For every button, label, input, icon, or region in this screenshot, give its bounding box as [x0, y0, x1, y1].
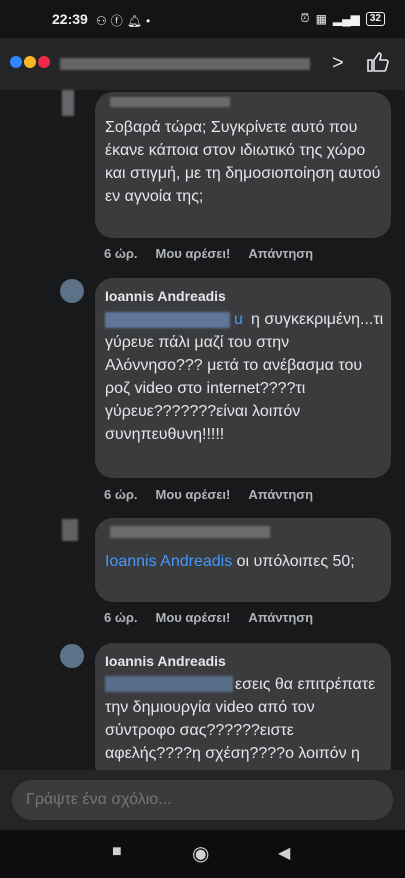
comment-text: οι υπόλοιπες 50; [236, 553, 355, 570]
blurred-avatar [62, 90, 74, 116]
messenger-icon: ⚇ [96, 14, 111, 28]
like-reaction-icon [10, 56, 22, 68]
comment-text: εσεις θα επιτρέπατε την δημιουργία video… [105, 676, 376, 762]
comment-text: Σοβαρά τώρα; Συγκρίνετε αυτό που έκανε κ… [105, 119, 381, 205]
reply-button[interactable]: Απάντηση [248, 487, 313, 502]
reply-button[interactable]: Απάντηση [248, 610, 313, 625]
reply-button[interactable]: Απάντηση [248, 246, 313, 261]
recents-icon[interactable]: ■ [112, 843, 122, 861]
comment-author[interactable]: Ioannis Andreadis [105, 288, 226, 304]
mention-link[interactable]: Ioannis Andreadis [105, 553, 232, 570]
blurred-author [110, 526, 270, 538]
haha-reaction-icon [24, 56, 36, 68]
thumbs-up-icon[interactable] [366, 50, 390, 74]
system-nav-bar: ■ ◉ ◀ [0, 830, 405, 878]
comment-input[interactable] [12, 780, 393, 820]
avatar[interactable] [60, 644, 84, 668]
alarm-icon: ⏰︎ [300, 11, 310, 25]
comment-actions: 6 ώρ. Μου αρέσει! Απάντηση [104, 487, 331, 502]
comment-actions: 6 ώρ. Μου αρέσει! Απάντηση [104, 246, 331, 261]
post-header: > [0, 38, 405, 90]
status-bar: 22:39 ⚇ⓕ🔔︎• ⏰︎ ▦ ▂▄▆ 32 [0, 0, 405, 38]
comment-composer [0, 770, 405, 830]
back-icon[interactable]: ◀ [278, 843, 290, 863]
comment-time: 6 ώρ. [104, 246, 138, 261]
like-button[interactable]: Μου αρέσει! [155, 610, 230, 625]
battery-icon: 32 [365, 11, 385, 26]
status-right-icons: ⏰︎ ▦ ▂▄▆ 32 [300, 11, 385, 26]
blurred-reactors [60, 58, 310, 70]
comment-text-wrap: Ioannis Andreadis οι υπόλοιπες 50; [105, 550, 385, 573]
chevron-right-icon[interactable]: > [332, 52, 344, 75]
dot: • [146, 14, 155, 28]
facebook-icon: ⓕ [110, 14, 127, 28]
volte-icon: ▦ [315, 11, 327, 26]
comment-actions: 6 ώρ. Μου αρέσει! Απάντηση [104, 610, 331, 625]
home-icon[interactable]: ◉ [192, 841, 209, 866]
comment-author[interactable]: Ioannis Andreadis [105, 653, 226, 669]
status-left-icons: ⚇ⓕ🔔︎• [96, 12, 154, 29]
comment-text: η συγκεκριμένη...τι γύρευε πάλι μαζί του… [105, 311, 384, 443]
comment-time: 6 ώρ. [104, 487, 138, 502]
love-reaction-icon [38, 56, 50, 68]
blurred-author [110, 97, 230, 107]
like-button[interactable]: Μου αρέσει! [155, 487, 230, 502]
like-button[interactable]: Μου αρέσει! [155, 246, 230, 261]
avatar[interactable] [60, 279, 84, 303]
comment-time: 6 ώρ. [104, 610, 138, 625]
blurred-avatar [62, 519, 78, 541]
status-time: 22:39 [52, 11, 88, 27]
notification-icon: 🔔︎ [126, 14, 147, 28]
signal-icon: ▂▄▆ [332, 11, 360, 26]
